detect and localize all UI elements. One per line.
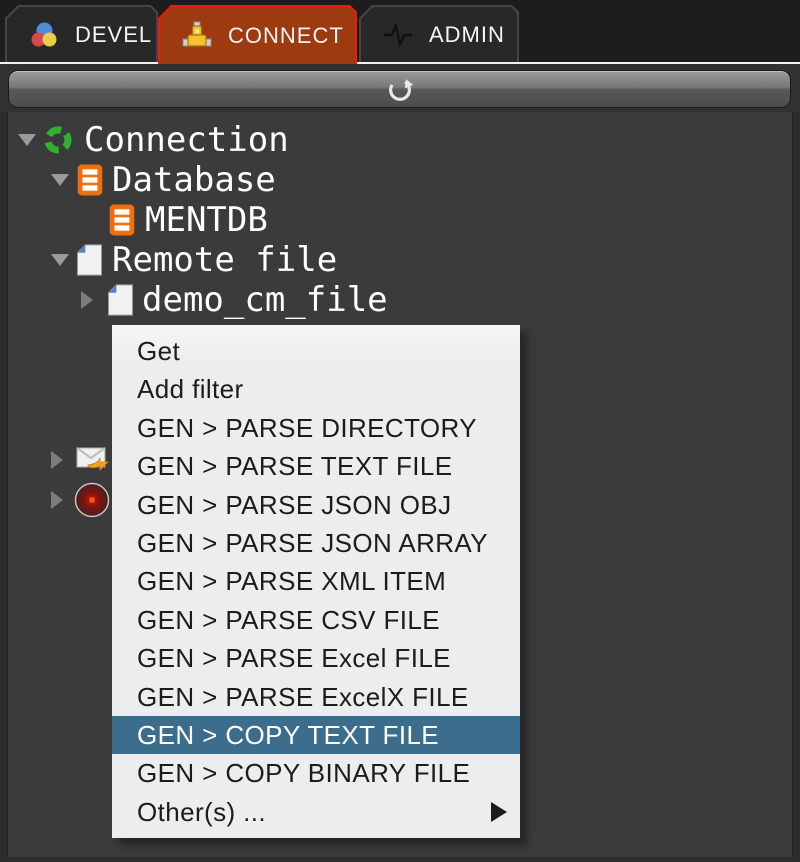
- connection-icon: [42, 124, 74, 156]
- tree-row-demo-cm-file[interactable]: demo_cm_file: [0, 280, 800, 320]
- tree-label[interactable]: demo_cm_file: [142, 280, 388, 320]
- app-window: DEVEL CONNECT ADMIN: [0, 0, 800, 862]
- database-icon: [109, 204, 135, 236]
- expander-right-icon[interactable]: [51, 491, 63, 509]
- expander-down-icon[interactable]: [51, 254, 69, 266]
- tree-left-edge: [0, 112, 8, 862]
- tree-label[interactable]: Connection: [84, 120, 289, 160]
- mail-icon: [76, 445, 110, 475]
- tab-bar-underline: [0, 62, 800, 64]
- tree-bottom-edge: [0, 857, 800, 862]
- refresh-button[interactable]: [8, 70, 791, 108]
- menu-item-parse-csv-file[interactable]: GEN > PARSE CSV FILE: [112, 601, 520, 639]
- menu-item-parse-json-obj[interactable]: GEN > PARSE JSON OBJ: [112, 486, 520, 524]
- database-icon: [77, 164, 103, 196]
- menu-item-parse-text-file[interactable]: GEN > PARSE TEXT FILE: [112, 447, 520, 485]
- tree-row-remote-file[interactable]: Remote file: [0, 240, 800, 280]
- tab-bar: DEVEL CONNECT ADMIN: [0, 0, 800, 64]
- palette-icon: [29, 20, 59, 50]
- pulse-icon: [383, 20, 413, 50]
- menu-item-add-filter[interactable]: Add filter: [112, 370, 520, 408]
- menu-item-copy-text-file[interactable]: GEN > COPY TEXT FILE: [112, 716, 520, 754]
- tree-label[interactable]: Database: [112, 160, 276, 200]
- tab-devel[interactable]: DEVEL: [5, 5, 158, 62]
- menu-item-others-label: Other(s) ...: [137, 797, 266, 827]
- tree-label[interactable]: MENTDB: [145, 200, 268, 240]
- connector-icon: [182, 21, 212, 51]
- tab-connect-label: CONNECT: [228, 23, 344, 49]
- menu-item-copy-binary-file[interactable]: GEN > COPY BINARY FILE: [112, 754, 520, 792]
- tree-row-mentdb[interactable]: MENTDB: [0, 200, 800, 240]
- expander-down-icon[interactable]: [18, 134, 36, 146]
- tree-right-edge[interactable]: [792, 112, 800, 862]
- tab-admin-label: ADMIN: [429, 22, 505, 48]
- file-icon: [77, 244, 102, 276]
- menu-item-parse-excelx-file[interactable]: GEN > PARSE ExcelX FILE: [112, 678, 520, 716]
- menu-item-parse-xml-item[interactable]: GEN > PARSE XML ITEM: [112, 562, 520, 600]
- file-icon: [108, 284, 133, 316]
- expander-right-icon[interactable]: [81, 291, 93, 309]
- menu-item-others[interactable]: Other(s) ...: [112, 793, 520, 831]
- tree-row-connection[interactable]: Connection: [0, 120, 800, 160]
- expander-right-icon[interactable]: [51, 451, 63, 469]
- menu-item-parse-excel-file[interactable]: GEN > PARSE Excel FILE: [112, 639, 520, 677]
- refresh-icon: [385, 74, 415, 104]
- menu-item-parse-json-array[interactable]: GEN > PARSE JSON ARRAY: [112, 524, 520, 562]
- tab-devel-label: DEVEL: [75, 22, 152, 48]
- record-icon: [74, 482, 110, 518]
- tree-label[interactable]: Remote file: [112, 240, 337, 280]
- toolbar: [0, 64, 800, 112]
- tab-connect[interactable]: CONNECT: [158, 5, 357, 64]
- menu-item-get[interactable]: Get: [112, 332, 520, 370]
- tree-row-database[interactable]: Database: [0, 160, 800, 200]
- submenu-arrow-icon: [491, 802, 507, 822]
- tab-admin[interactable]: ADMIN: [359, 5, 519, 62]
- context-menu: Get Add filter GEN > PARSE DIRECTORY GEN…: [112, 325, 520, 838]
- menu-item-parse-directory[interactable]: GEN > PARSE DIRECTORY: [112, 409, 520, 447]
- expander-down-icon[interactable]: [51, 174, 69, 186]
